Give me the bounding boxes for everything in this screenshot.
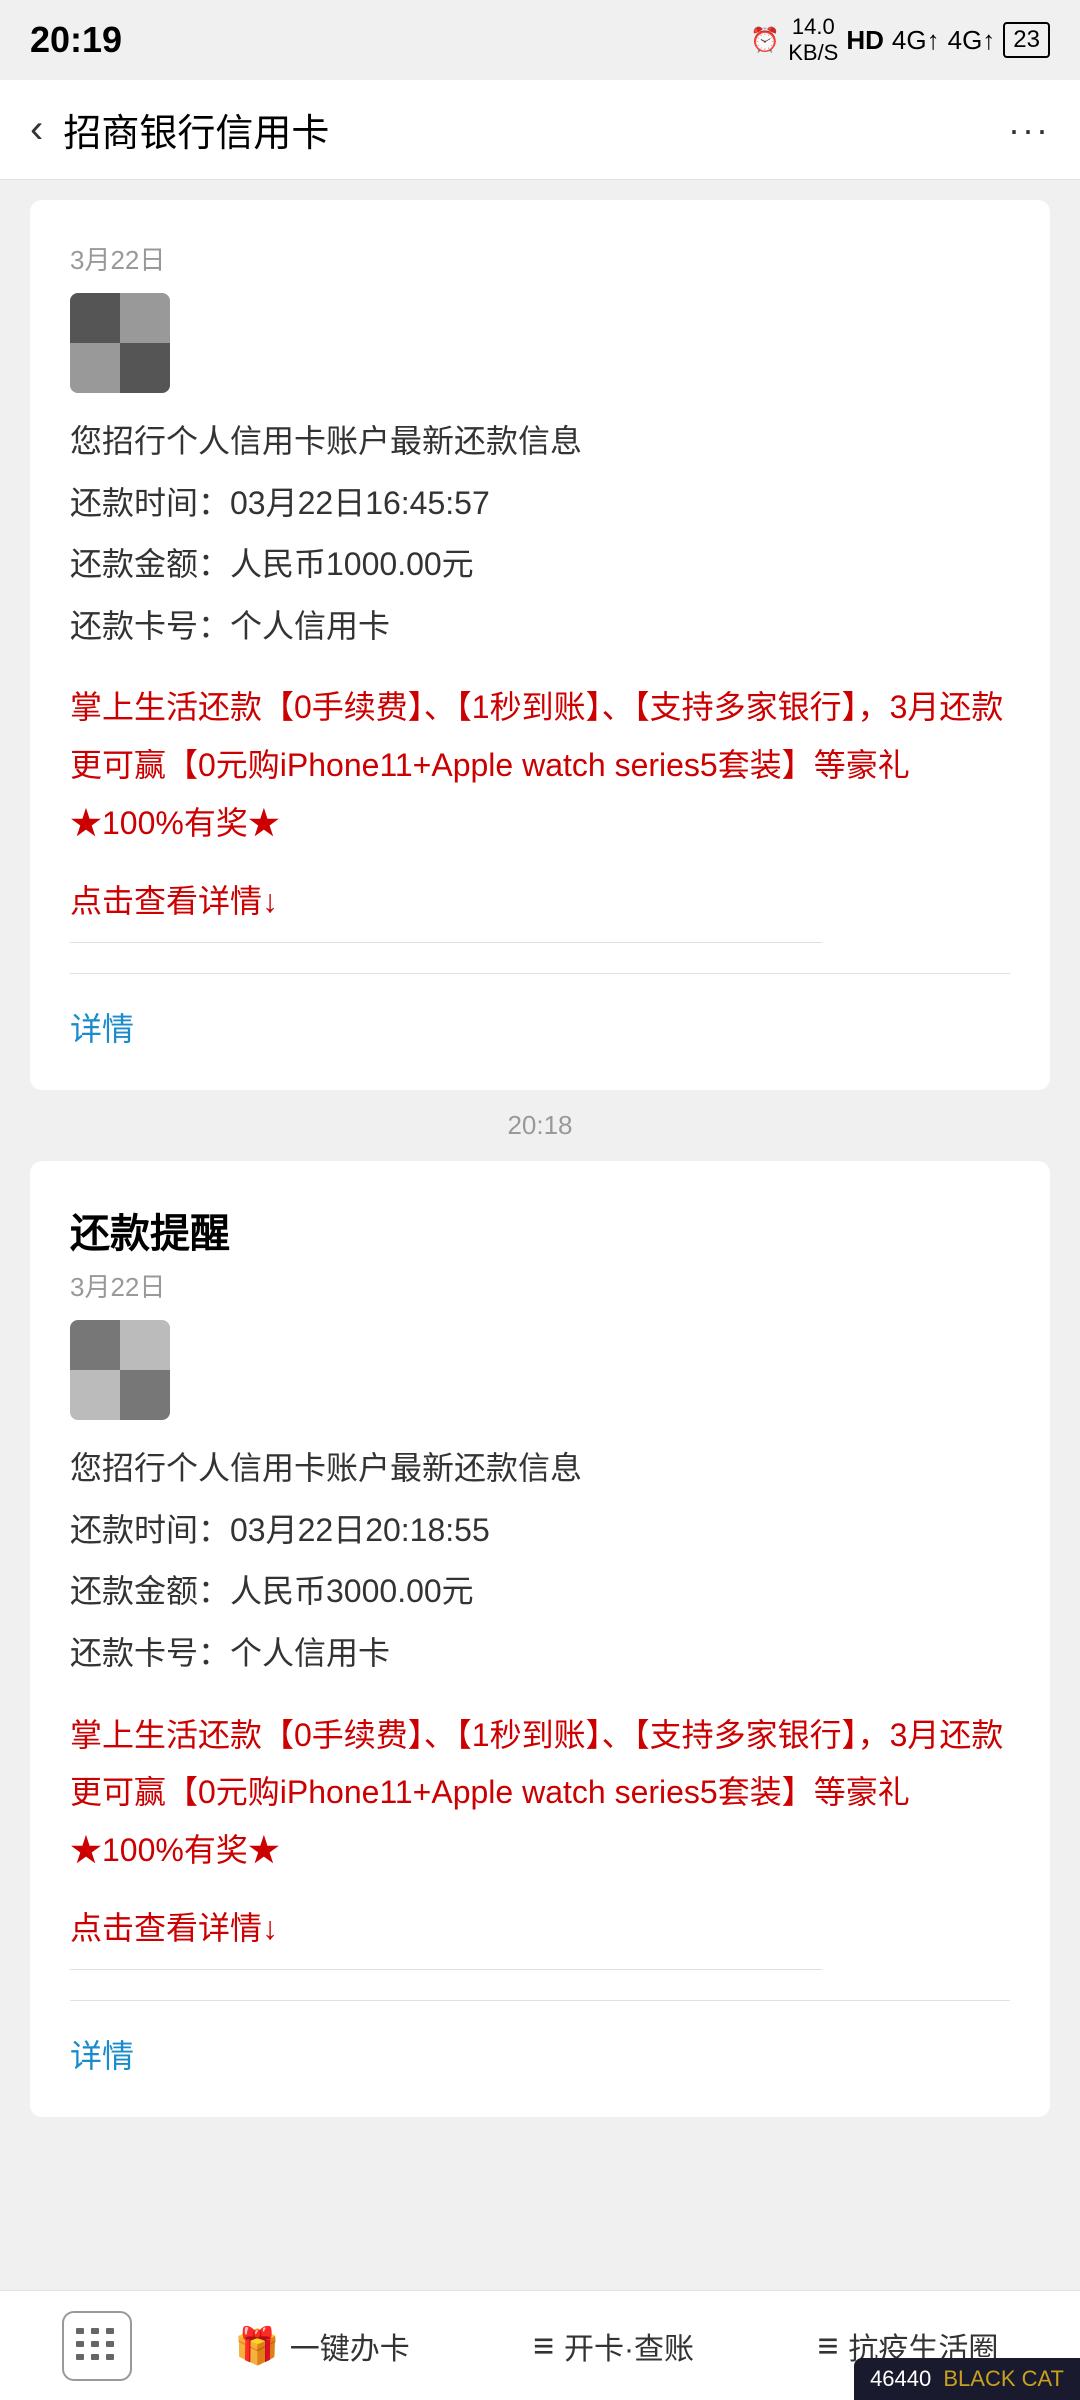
- message-card-1: 3月22日 您招行个人信用卡账户最新还款信息 还款时间：03月22日16:45:…: [30, 200, 1050, 1090]
- gift-icon: 🎁: [235, 2325, 280, 2367]
- watermark-number: 46440: [870, 2366, 931, 2391]
- more-button[interactable]: ···: [1008, 109, 1050, 151]
- reminder-title: 还款提醒: [70, 1201, 1010, 1259]
- msg2-line3: 还款金额：人民币3000.00元: [70, 1563, 1010, 1621]
- promo-text-1: 掌上生活还款【0手续费】、【1秒到账】、【支持多家银行】，3月还款更可赢【0元购…: [70, 679, 1010, 852]
- detail-link-1[interactable]: 点击查看详情↓: [70, 876, 1010, 922]
- status-bar: 20:19 ⏰ 14.0KB/S HD 4G↑ 4G↑ 23: [0, 0, 1080, 80]
- divider-1: [70, 942, 822, 943]
- msg1-line2: 还款时间：03月22日16:45:57: [70, 475, 1010, 533]
- message-body-2: 您招行个人信用卡账户最新还款信息 还款时间：03月22日20:18:55 还款金…: [70, 1440, 1010, 1682]
- status-icons: ⏰ 14.0KB/S HD 4G↑ 4G↑ 23: [750, 14, 1050, 67]
- avatar-1: [70, 293, 170, 393]
- detail-button-1[interactable]: 详情: [70, 973, 1010, 1050]
- message-card-2: 还款提醒 3月22日 您招行个人信用卡账户最新还款信息 还款时间：03月22日2…: [30, 1161, 1050, 2117]
- msg2-line2: 还款时间：03月22日20:18:55: [70, 1502, 1010, 1560]
- header: ‹ 招商银行信用卡 ···: [0, 80, 1080, 180]
- msg2-line4: 还款卡号：个人信用卡: [70, 1625, 1010, 1683]
- msg1-line3: 还款金额：人民币1000.00元: [70, 536, 1010, 594]
- detail-link-2[interactable]: 点击查看详情↓: [70, 1903, 1010, 1949]
- message-date-2: 3月22日: [70, 1267, 1010, 1304]
- keyboard-button[interactable]: [62, 2311, 132, 2381]
- kaika-button[interactable]: ≡ 开卡·查账: [513, 2314, 714, 2378]
- yijian-button[interactable]: 🎁 一键办卡: [215, 2314, 430, 2378]
- detail-button-2[interactable]: 详情: [70, 2000, 1010, 2077]
- black-cat-watermark: 46440 BLACK CAT: [854, 2358, 1080, 2400]
- menu-icon-2: ≡: [817, 2325, 838, 2367]
- menu-icon-1: ≡: [533, 2325, 554, 2367]
- chat-content: 3月22日 您招行个人信用卡账户最新还款信息 还款时间：03月22日16:45:…: [0, 180, 1080, 2290]
- signal-4g-2: 4G↑: [948, 25, 996, 56]
- back-button[interactable]: ‹: [30, 107, 43, 152]
- keyboard-icon: [76, 2328, 118, 2364]
- hd-label: HD: [846, 25, 884, 56]
- battery-indicator: 23: [1003, 22, 1050, 58]
- msg1-line4: 还款卡号：个人信用卡: [70, 598, 1010, 656]
- divider-2: [70, 1969, 822, 1970]
- promo-text-2: 掌上生活还款【0手续费】、【1秒到账】、【支持多家银行】，3月还款更可赢【0元购…: [70, 1707, 1010, 1880]
- status-time: 20:19: [30, 19, 122, 61]
- message-body-1: 您招行个人信用卡账户最新还款信息 还款时间：03月22日16:45:57 还款金…: [70, 413, 1010, 655]
- signal-4g: 4G↑: [892, 25, 940, 56]
- yijian-label: 一键办卡: [290, 2324, 410, 2368]
- watermark-brand: BLACK CAT: [943, 2366, 1064, 2391]
- msg1-line1: 您招行个人信用卡账户最新还款信息: [70, 413, 1010, 471]
- message-date-1: 3月22日: [70, 240, 1010, 277]
- alarm-icon: ⏰: [750, 26, 780, 55]
- kaika-label: 开卡·查账: [564, 2324, 694, 2368]
- time-divider: 20:18: [0, 1090, 1080, 1161]
- avatar-2: [70, 1320, 170, 1420]
- page-title: 招商银行信用卡: [63, 102, 1008, 157]
- network-speed: 14.0KB/S: [788, 14, 838, 67]
- msg2-line1: 您招行个人信用卡账户最新还款信息: [70, 1440, 1010, 1498]
